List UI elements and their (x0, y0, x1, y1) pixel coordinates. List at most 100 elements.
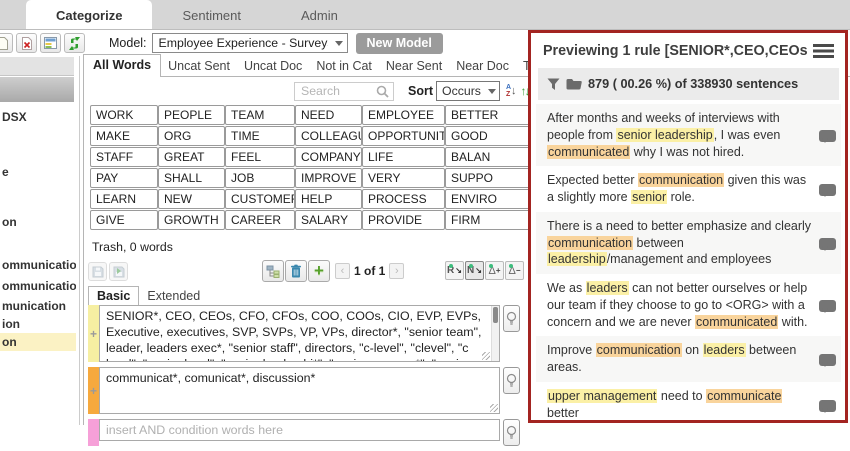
sidebar-item[interactable]: ommunication (0, 256, 76, 274)
word-cell[interactable]: IMPROVE (295, 168, 362, 188)
resize-handle-icon[interactable] (482, 352, 490, 360)
word-cell[interactable]: LEARN (90, 189, 158, 209)
tab-admin[interactable]: Admin (271, 0, 368, 29)
sidebar-item[interactable]: e (0, 163, 76, 181)
delete-document-button[interactable] (16, 33, 37, 53)
word-cell[interactable]: PROVIDE (362, 210, 445, 230)
word-cell[interactable]: COMPANY (295, 147, 362, 167)
word-cell[interactable]: PEOPLE (158, 105, 225, 125)
word-cell[interactable]: WORK (90, 105, 158, 125)
sidebar-collapsed-header-2[interactable] (0, 77, 74, 102)
scrollbar[interactable] (491, 306, 499, 361)
word-cell[interactable]: MAKE (90, 126, 158, 146)
r-match-button[interactable]: R↘ (445, 261, 464, 280)
tab-uncat-doc[interactable]: Uncat Doc (237, 56, 309, 77)
tab-extended[interactable]: Extended (139, 287, 208, 305)
tab-all-words[interactable]: All Words (83, 54, 161, 77)
sentence-row[interactable]: Expected better communication given this… (536, 166, 841, 212)
comment-icon[interactable] (819, 184, 836, 196)
suggest-button[interactable] (503, 305, 520, 332)
sidebar-item[interactable]: ommunication (0, 277, 76, 295)
category-sidebar: DSX e on ommunication ommunication munication… (0, 56, 80, 425)
word-cell[interactable]: FEEL (225, 147, 295, 167)
word-cell[interactable]: TIME (225, 126, 295, 146)
word-cell[interactable]: LIFE (362, 147, 445, 167)
report-layout-button[interactable] (40, 33, 61, 53)
rule-row-add-handle[interactable] (88, 419, 99, 446)
sidebar-item[interactable]: on (0, 333, 76, 351)
comment-icon[interactable] (819, 300, 836, 312)
tab-basic[interactable]: Basic (88, 286, 139, 305)
sidebar-item[interactable]: DSX (0, 108, 76, 126)
word-cell[interactable]: STAFF (90, 147, 158, 167)
sidebar-item[interactable]: munication (0, 297, 76, 315)
rule-next-button[interactable]: › (389, 263, 404, 279)
save-button[interactable] (88, 262, 107, 281)
word-cell[interactable]: COLLEAGUE (295, 126, 362, 146)
rule-terms-input[interactable]: SENIOR*, CEO, CEOs, CFO, CFOs, COO, COOs… (99, 305, 500, 362)
save-as-button[interactable] (109, 262, 128, 281)
comment-icon[interactable] (819, 354, 836, 366)
comment-icon[interactable] (819, 238, 836, 250)
tab-sentiment[interactable]: Sentiment (152, 0, 271, 29)
model-select[interactable]: Employee Experience - Surveys I (152, 33, 348, 53)
word-cell[interactable]: CAREER (225, 210, 295, 230)
sidebar-collapsed-header[interactable] (0, 57, 74, 76)
tab-near-sent[interactable]: Near Sent (379, 56, 449, 77)
word-cell[interactable]: GREAT (158, 147, 225, 167)
word-cell[interactable]: GROWTH (158, 210, 225, 230)
word-cell[interactable]: PROCESS (362, 189, 445, 209)
sentence-row[interactable]: We as leaders can not better ourselves o… (536, 274, 841, 336)
sidebar-item[interactable]: on (0, 213, 76, 231)
collapse-triangle-button[interactable]: Δ− (505, 261, 524, 280)
sentence-row[interactable]: upper management need to communicate bet… (536, 382, 841, 423)
tab-categorize[interactable]: Categorize (26, 0, 152, 29)
rule-and-input[interactable]: insert AND condition words here (99, 419, 500, 441)
add-category-button[interactable]: + (308, 260, 330, 282)
tree-view-button[interactable] (262, 260, 284, 282)
trash-button[interactable] (285, 260, 307, 282)
refresh-button[interactable] (64, 33, 85, 53)
sentence-segment: /management and employees (607, 252, 772, 266)
tab-uncat-sent[interactable]: Uncat Sent (161, 56, 237, 77)
word-cell[interactable]: NEW (158, 189, 225, 209)
sentence-row[interactable]: Improve communication on leaders between… (536, 336, 841, 382)
rule-terms-input-2[interactable]: communicat*, comunicat*, discussion* (99, 367, 500, 414)
scrollbar-thumb[interactable] (493, 307, 498, 323)
comment-icon[interactable] (819, 130, 836, 142)
sentence-row[interactable]: After months and weeks of interviews wit… (536, 104, 841, 166)
tab-near-doc[interactable]: Near Doc (449, 56, 516, 77)
n-match-button[interactable]: N↘ (465, 261, 484, 280)
rule-prev-button[interactable]: ‹ (335, 263, 350, 279)
suggest-button[interactable] (503, 367, 520, 394)
word-cell[interactable]: CUSTOMER (225, 189, 295, 209)
word-cell[interactable]: EMPLOYEE (362, 105, 445, 125)
search-input[interactable]: Search (294, 82, 394, 101)
comment-icon[interactable] (819, 400, 836, 412)
menu-button[interactable] (812, 43, 836, 59)
document-button[interactable] (0, 33, 13, 53)
resize-handle-icon[interactable] (490, 404, 498, 412)
sentence-row[interactable]: There is a need to better emphasize and … (536, 212, 841, 274)
word-cell[interactable]: VERY (362, 168, 445, 188)
word-cell[interactable]: NEED (295, 105, 362, 125)
new-model-button[interactable]: New Model (356, 33, 443, 54)
word-cell[interactable]: HELP (295, 189, 362, 209)
word-cell[interactable]: PAY (90, 168, 158, 188)
sentence-text: Expected better communication given this… (547, 172, 814, 206)
word-cell[interactable]: GIVE (90, 210, 158, 230)
rule-row-add-handle[interactable]: + (88, 367, 99, 414)
tab-not-in-cat[interactable]: Not in Cat (309, 56, 379, 77)
word-cell[interactable]: SALARY (295, 210, 362, 230)
word-cell[interactable]: SHALL (158, 168, 225, 188)
word-cell[interactable]: TEAM (225, 105, 295, 125)
sort-select[interactable]: Occurs (436, 81, 500, 101)
expand-triangle-button[interactable]: Δ+ (485, 261, 504, 280)
suggest-button[interactable] (503, 419, 520, 446)
word-cell[interactable]: ORG (158, 126, 225, 146)
word-cell[interactable]: OPPORTUNITY (362, 126, 445, 146)
word-cell[interactable]: JOB (225, 168, 295, 188)
sidebar-item[interactable]: ion (0, 315, 76, 333)
rule-row-add-handle[interactable]: + (88, 305, 99, 362)
sentence-segment: between (633, 236, 684, 250)
